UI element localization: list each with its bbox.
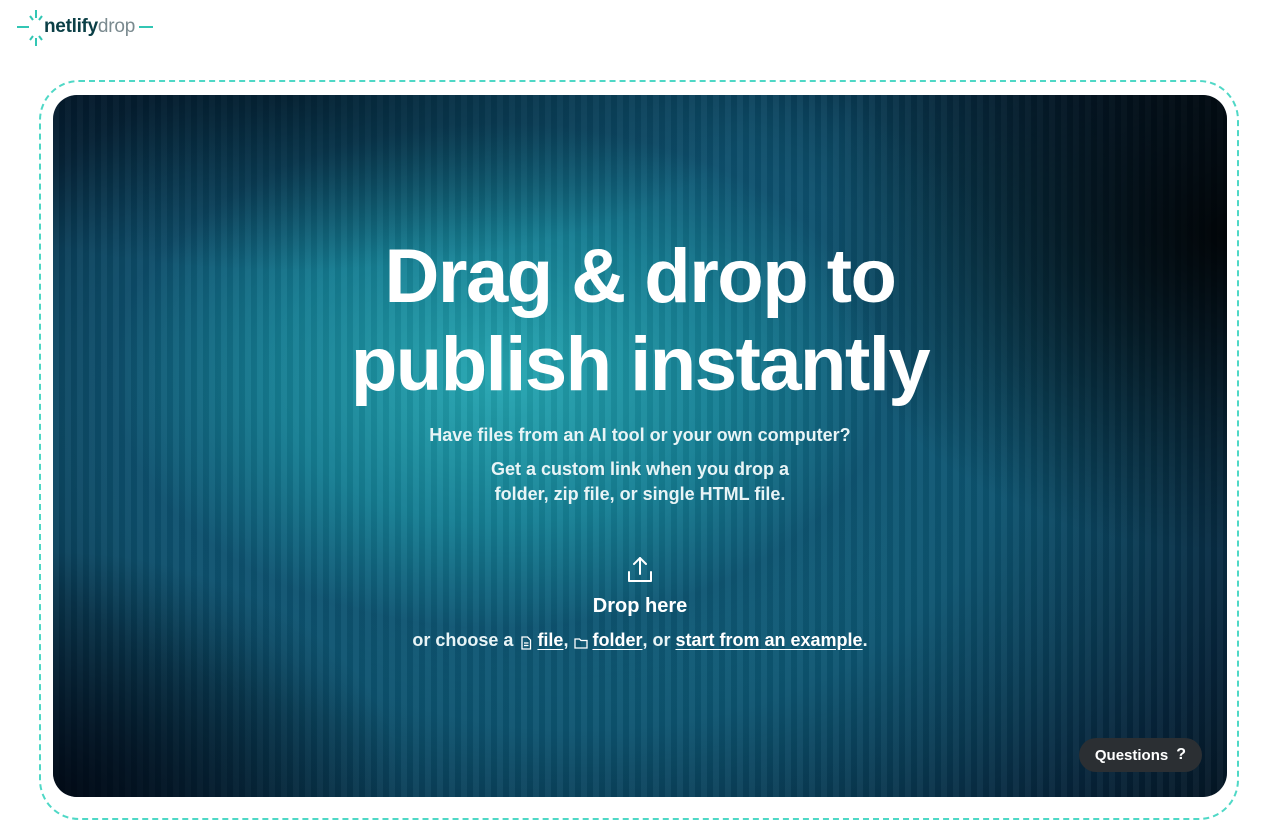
questions-label: Questions — [1094, 746, 1169, 764]
logo-text-netlify: netlify — [44, 16, 98, 37]
choose-file-link[interactable]: file — [537, 630, 563, 651]
logo-spark-icon — [29, 10, 43, 46]
netlify-drop-logo[interactable]: netlify drop — [17, 9, 154, 46]
choose-prefix: or choose a — [412, 630, 514, 650]
hero-content: Drag & drop to publish instantly Have fi… — [53, 95, 1227, 797]
drop-here-label: Drop here — [592, 595, 688, 617]
description: Get a custom link when you drop a folder… — [53, 457, 1227, 507]
headline-line-2: publish instantly — [350, 322, 931, 407]
logo-dash-left — [17, 26, 29, 28]
start-from-example-link[interactable]: start from an example — [676, 630, 863, 651]
choose-line: or choose a file , folder , or start fro… — [53, 630, 1227, 651]
drop-area[interactable]: Drag & drop to publish instantly Have fi… — [53, 95, 1227, 797]
header: netlify drop — [0, 0, 1280, 60]
end-period: . — [862, 630, 868, 650]
question-mark-icon: ? — [1176, 746, 1186, 763]
questions-button[interactable]: Questions ? — [1078, 738, 1202, 772]
subtitle: Have files from an AI tool or your own c… — [429, 425, 851, 445]
page-title: Drag & drop to publish instantly — [53, 233, 1227, 409]
description-line-1: Get a custom link when you drop a — [490, 459, 790, 479]
headline-line-1: Drag & drop to — [384, 234, 897, 319]
upload-icon — [626, 555, 654, 585]
description-line-2: folder, zip file, or single HTML file. — [494, 484, 786, 504]
file-icon — [519, 634, 533, 650]
separator-2: , or — [642, 630, 671, 650]
separator-1: , — [563, 630, 569, 650]
choose-folder-link[interactable]: folder — [592, 630, 642, 651]
logo-text-drop: drop — [97, 16, 136, 37]
logo-dash-right — [139, 26, 154, 28]
folder-icon — [574, 634, 589, 649]
